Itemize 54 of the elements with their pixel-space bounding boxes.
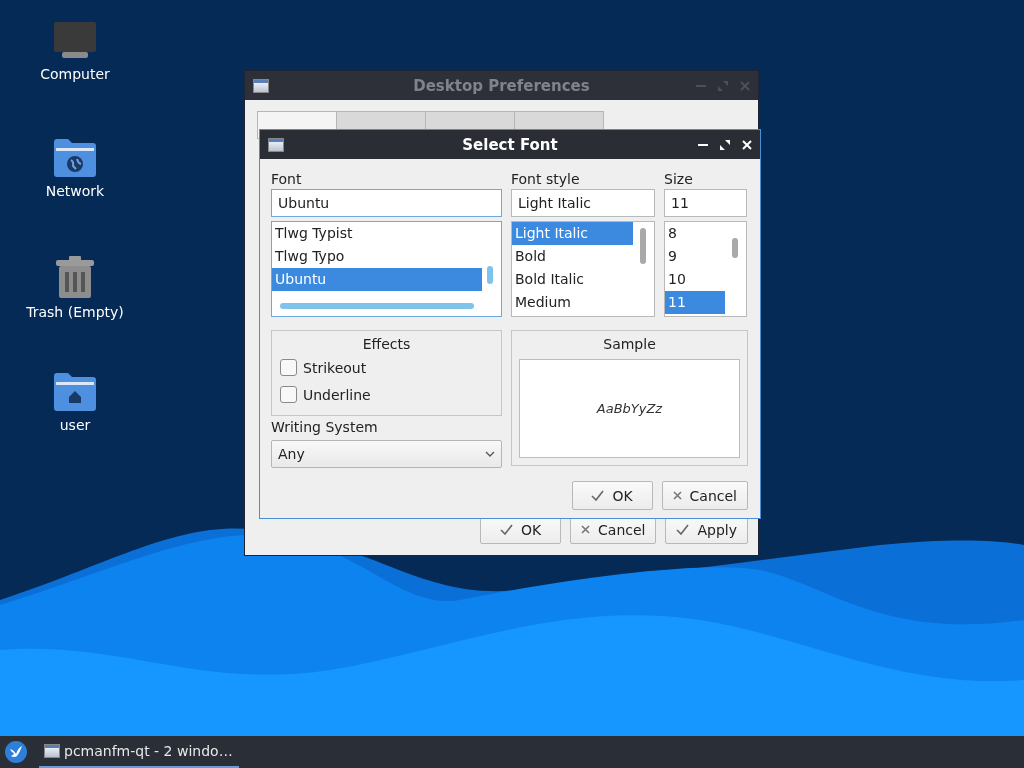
- input-field[interactable]: 11: [664, 189, 747, 217]
- input-field[interactable]: Ubuntu: [271, 189, 502, 217]
- desktop-icon-label[interactable]: user: [59, 417, 91, 433]
- home-folder-icon[interactable]: [54, 373, 96, 411]
- check-icon: [676, 524, 690, 535]
- dialog-title: Select Font: [462, 135, 558, 154]
- list-item[interactable]: 9: [665, 245, 725, 268]
- list-item[interactable]: Ubuntu: [272, 268, 482, 291]
- field-label: Size: [664, 171, 694, 188]
- maximize-icon[interactable]: [720, 139, 730, 150]
- dialog-button[interactable]: OK: [571, 481, 653, 510]
- desktop-icon-label[interactable]: Network: [45, 183, 105, 199]
- window-icon: [44, 744, 60, 758]
- list-item[interactable]: Light Italic: [512, 222, 633, 245]
- scrollbar-thumb[interactable]: [640, 228, 646, 264]
- list-item[interactable]: 10: [665, 268, 725, 291]
- checkbox-label[interactable]: Underline: [303, 386, 371, 403]
- field-label: Font style: [511, 171, 581, 188]
- list-item[interactable]: Medium: [512, 291, 633, 314]
- checkbox[interactable]: [280, 359, 297, 376]
- bird-logo-icon[interactable]: [5, 741, 27, 763]
- monitor-icon[interactable]: [54, 22, 96, 60]
- window-icon: [268, 137, 284, 152]
- list-item[interactable]: 11: [665, 291, 725, 314]
- list-item[interactable]: Tlwg Typo: [272, 245, 482, 268]
- network-folder-icon[interactable]: [54, 139, 96, 177]
- checkbox-label[interactable]: Strikeout: [303, 359, 367, 376]
- group-title: Sample: [603, 335, 656, 352]
- scrollbar-thumb[interactable]: [732, 238, 738, 258]
- trash-icon[interactable]: [56, 256, 94, 298]
- window-icon: [253, 78, 269, 93]
- check-icon: [591, 490, 605, 501]
- dropdown[interactable]: Any: [271, 440, 502, 468]
- taskbar-button[interactable]: pcmanfm-qt - 2 windo…: [39, 736, 239, 768]
- window-title: Desktop Preferences: [413, 76, 590, 95]
- field-label: Font: [271, 171, 303, 188]
- cross-icon: [581, 525, 591, 534]
- scrollbar-thumb[interactable]: [487, 266, 493, 284]
- chevron-down-icon: [485, 451, 495, 457]
- list-item[interactable]: Bold Italic: [512, 268, 633, 291]
- desktop-icon-label[interactable]: Computer: [40, 66, 110, 82]
- list-item[interactable]: Bold: [512, 245, 633, 268]
- desktop-icon-label[interactable]: Trash (Empty): [26, 304, 124, 320]
- list-item[interactable]: 8: [665, 222, 725, 245]
- sample-text: AaBbYyZz: [596, 401, 663, 416]
- list-item[interactable]: Tlwg Typist: [272, 222, 482, 245]
- input-field[interactable]: Light Italic: [511, 189, 655, 217]
- checkbox[interactable]: [280, 386, 297, 403]
- dialog-button[interactable]: Cancel: [661, 481, 748, 510]
- group-title: Effects: [362, 335, 411, 352]
- field-label: Writing System: [271, 419, 379, 436]
- scrollbar-thumb[interactable]: [280, 303, 474, 309]
- check-icon: [499, 524, 513, 535]
- cross-icon: [672, 491, 682, 500]
